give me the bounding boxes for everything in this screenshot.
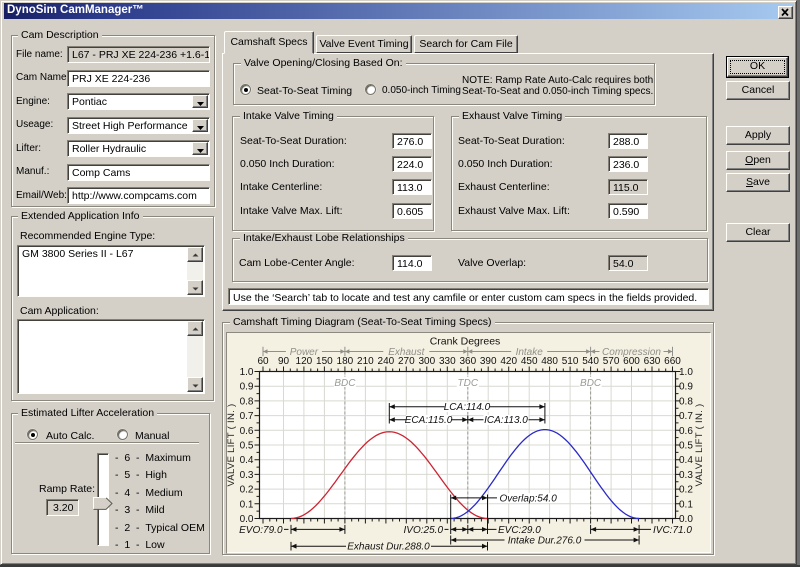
svg-text:Intake Dur.276.0: Intake Dur.276.0 [508,535,582,546]
svg-text:0.3: 0.3 [679,470,693,481]
svg-text:0.4: 0.4 [240,455,254,466]
svg-text:90: 90 [278,356,290,367]
svg-text:TDC: TDC [458,378,479,389]
svg-text:0.7: 0.7 [240,411,254,422]
svg-text:Compression: Compression [602,347,661,358]
svg-text:ICA:113.0: ICA:113.0 [484,415,528,426]
svg-text:Intake: Intake [516,347,544,358]
svg-text:180: 180 [337,356,354,367]
svg-text:EVO:79.0: EVO:79.0 [239,525,283,536]
svg-text:VALVE LIFT ( IN. ): VALVE LIFT ( IN. ) [694,403,705,486]
svg-text:150: 150 [316,356,333,367]
svg-text:ECA:115.0: ECA:115.0 [405,415,453,426]
svg-text:LCA:114.0: LCA:114.0 [444,402,491,413]
svg-text:VALVE LIFT ( IN. ): VALVE LIFT ( IN. ) [226,403,237,486]
svg-text:0.6: 0.6 [679,426,693,437]
svg-text:210: 210 [357,356,374,367]
svg-text:660: 660 [664,356,681,367]
svg-text:510: 510 [562,356,579,367]
svg-text:0.2: 0.2 [240,485,254,496]
svg-text:0.7: 0.7 [679,411,693,422]
svg-text:IVC:71.0: IVC:71.0 [653,525,692,536]
svg-text:0.0: 0.0 [679,514,693,525]
svg-text:390: 390 [480,356,497,367]
svg-text:60: 60 [257,356,269,367]
svg-text:Overlap:54.0: Overlap:54.0 [500,493,558,504]
svg-text:330: 330 [439,356,456,367]
svg-text:0.9: 0.9 [240,382,254,393]
svg-text:0.2: 0.2 [679,485,693,496]
svg-text:IVO:25.0: IVO:25.0 [404,525,444,536]
svg-text:0.8: 0.8 [679,396,693,407]
svg-text:1.0: 1.0 [240,367,254,378]
svg-text:0.1: 0.1 [679,499,693,510]
svg-text:0.9: 0.9 [679,382,693,393]
svg-text:Power: Power [290,347,319,358]
svg-text:360: 360 [459,356,476,367]
svg-text:0.0: 0.0 [240,514,254,525]
svg-text:0.6: 0.6 [240,426,254,437]
svg-text:0.5: 0.5 [679,441,693,452]
svg-text:Crank Degrees: Crank Degrees [430,336,501,348]
svg-text:540: 540 [582,356,599,367]
svg-text:0.3: 0.3 [240,470,254,481]
svg-text:1.0: 1.0 [679,367,693,378]
svg-text:BDC: BDC [334,378,356,389]
svg-text:Exhaust: Exhaust [388,347,425,358]
svg-text:480: 480 [541,356,558,367]
svg-text:0.8: 0.8 [240,396,254,407]
svg-text:EVC:29.0: EVC:29.0 [498,525,541,536]
svg-text:0.4: 0.4 [679,455,693,466]
svg-text:0.1: 0.1 [240,499,254,510]
svg-text:BDC: BDC [580,378,602,389]
svg-text:Exhaust Dur.288.0: Exhaust Dur.288.0 [347,542,430,553]
svg-text:0.5: 0.5 [240,441,254,452]
